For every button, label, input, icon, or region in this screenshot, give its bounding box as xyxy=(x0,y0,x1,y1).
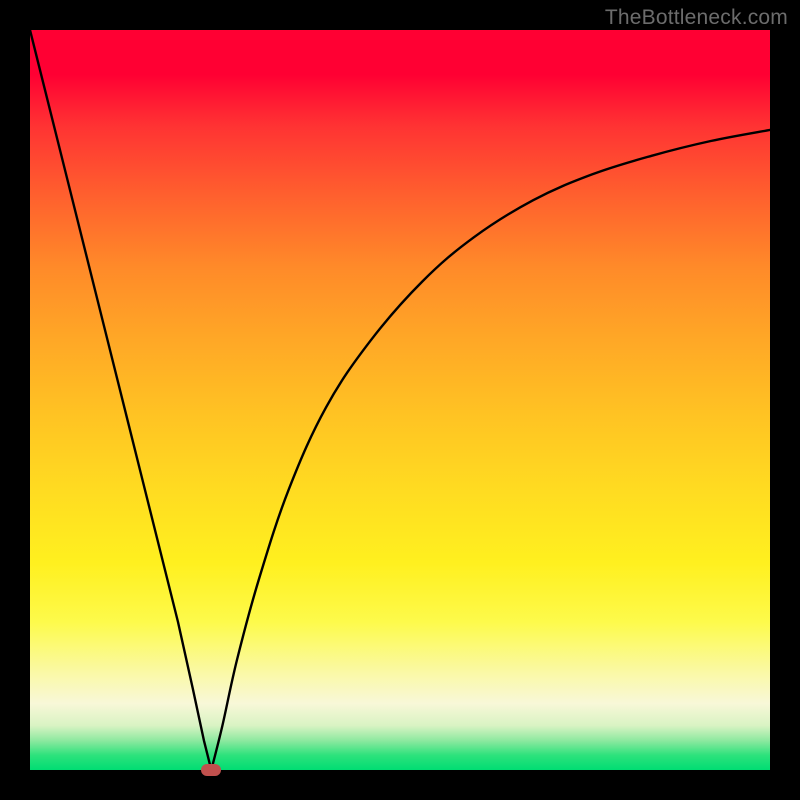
chart-frame: TheBottleneck.com xyxy=(0,0,800,800)
attribution-label: TheBottleneck.com xyxy=(605,6,788,30)
curve-left-branch xyxy=(30,30,211,770)
curve-layer xyxy=(30,30,770,770)
plot-area xyxy=(30,30,770,770)
curve-right-branch xyxy=(211,130,770,770)
sweet-spot-marker xyxy=(201,764,221,776)
